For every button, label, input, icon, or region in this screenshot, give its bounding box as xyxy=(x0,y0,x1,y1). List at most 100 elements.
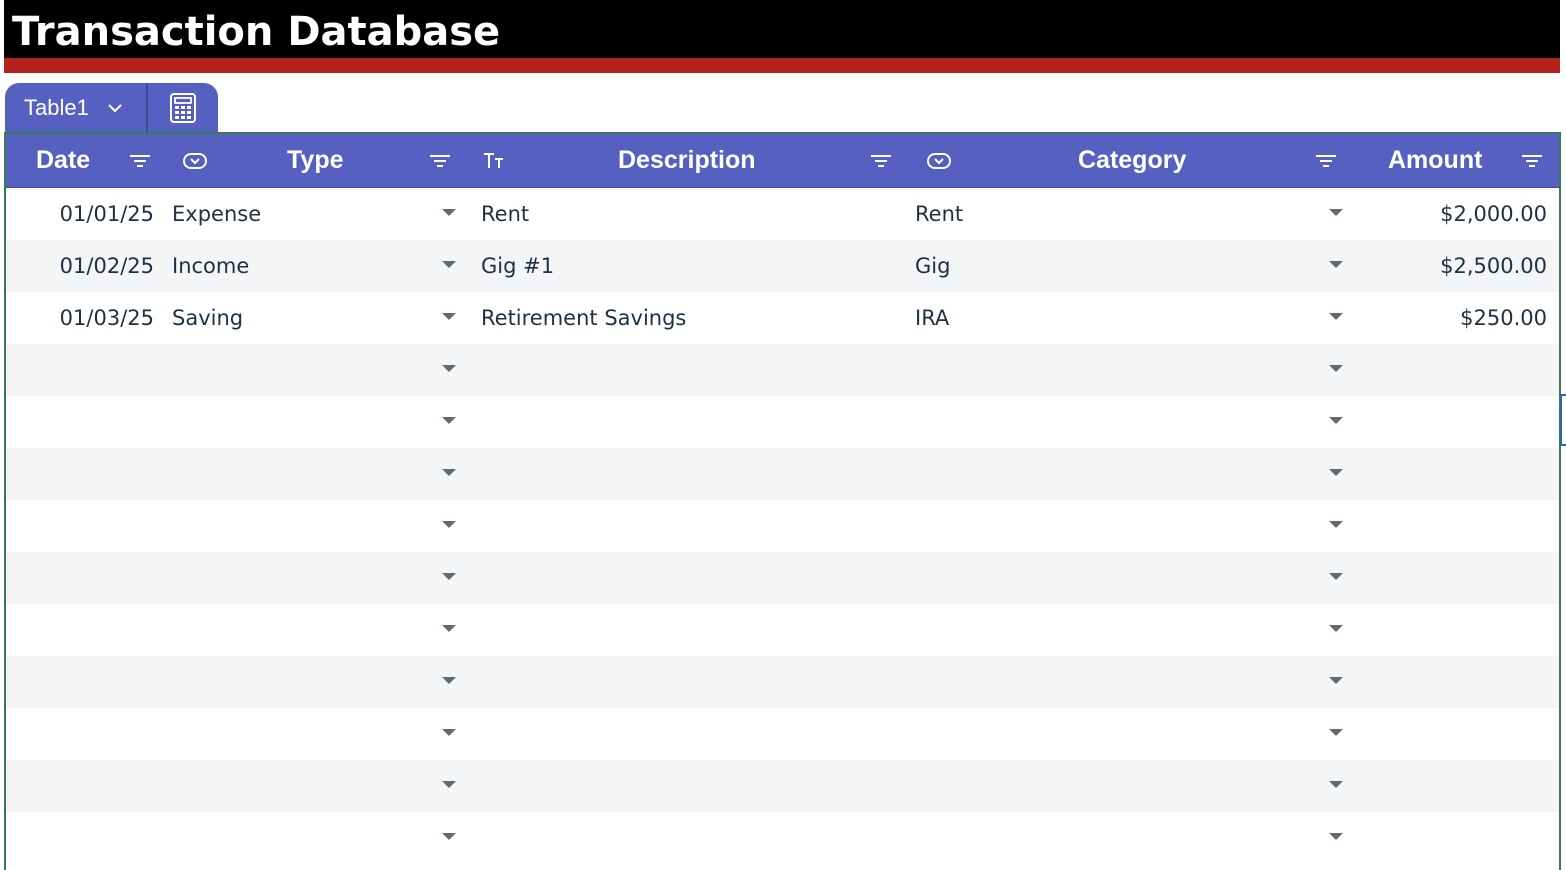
dropdown-arrow-icon[interactable] xyxy=(1329,729,1343,737)
cell-description[interactable]: Gig #1 xyxy=(481,240,554,292)
table-row xyxy=(6,760,1559,812)
dropdown-arrow-icon[interactable] xyxy=(1329,833,1343,841)
dropdown-arrow-icon[interactable] xyxy=(442,625,456,633)
cell-description[interactable]: Retirement Savings xyxy=(481,292,686,344)
dropdown-arrow-icon[interactable] xyxy=(1329,261,1343,269)
cell-amount[interactable] xyxy=(1386,656,1547,708)
dropdown-arrow-icon[interactable] xyxy=(1329,365,1343,373)
column-label-amount: Amount xyxy=(1388,146,1483,174)
filter-icon[interactable] xyxy=(1520,150,1544,172)
cell-date[interactable] xyxy=(6,656,154,708)
column-label-date: Date xyxy=(36,146,91,174)
dropdown-arrow-icon[interactable] xyxy=(442,729,456,737)
cell-date[interactable] xyxy=(6,344,154,396)
table-row xyxy=(6,344,1559,396)
cell-type[interactable]: Saving xyxy=(172,292,243,344)
dropdown-arrow-icon[interactable] xyxy=(1329,521,1343,529)
cell-category[interactable]: Rent xyxy=(915,188,963,240)
column-header-date[interactable]: Date xyxy=(6,134,172,188)
table-tab: Table1 xyxy=(5,83,218,133)
filter-icon[interactable] xyxy=(1314,150,1338,172)
column-label-category: Category xyxy=(1078,146,1187,174)
cell-amount[interactable] xyxy=(1386,448,1547,500)
cell-date[interactable] xyxy=(6,396,154,448)
cell-amount[interactable] xyxy=(1386,552,1547,604)
dropdown-arrow-icon[interactable] xyxy=(442,573,456,581)
column-header-category[interactable]: Category xyxy=(916,134,1380,188)
dropdown-arrow-icon[interactable] xyxy=(1329,573,1343,581)
dropdown-arrow-icon[interactable] xyxy=(442,781,456,789)
cell-date[interactable] xyxy=(6,552,154,604)
cell-date[interactable] xyxy=(6,760,154,812)
selection-edge-marker xyxy=(1560,394,1566,446)
dropdown-chip-icon xyxy=(183,153,207,169)
dropdown-arrow-icon[interactable] xyxy=(442,313,456,321)
table-name-label: Table1 xyxy=(24,95,89,120)
table-row xyxy=(6,708,1559,760)
cell-date[interactable] xyxy=(6,604,154,656)
chevron-down-icon xyxy=(108,104,122,113)
cell-amount[interactable] xyxy=(1386,708,1547,760)
cell-amount[interactable]: $2,500.00 xyxy=(1386,240,1547,292)
cell-amount[interactable] xyxy=(1386,812,1547,864)
column-header-description[interactable]: Description xyxy=(472,134,916,188)
table-row: 01/01/25 Expense Rent Rent $2,000.00 xyxy=(6,188,1559,240)
cell-date[interactable] xyxy=(6,708,154,760)
dropdown-arrow-icon[interactable] xyxy=(442,469,456,477)
column-label-description: Description xyxy=(618,146,756,174)
dropdown-arrow-icon[interactable] xyxy=(1329,677,1343,685)
cell-amount[interactable] xyxy=(1386,396,1547,448)
table-row xyxy=(6,448,1559,500)
table-row xyxy=(6,500,1559,552)
sheet-title[interactable]: Transaction Database xyxy=(12,6,500,58)
cell-date[interactable]: 01/03/25 xyxy=(6,292,154,344)
cell-date[interactable]: 01/02/25 xyxy=(6,240,154,292)
cell-amount[interactable]: $250.00 xyxy=(1386,292,1547,344)
table-row xyxy=(6,656,1559,708)
cell-description[interactable]: Rent xyxy=(481,188,529,240)
table-row xyxy=(6,604,1559,656)
cell-date[interactable] xyxy=(6,448,154,500)
filter-icon[interactable] xyxy=(869,150,893,172)
cell-amount[interactable] xyxy=(1386,760,1547,812)
cell-amount[interactable]: $2,000.00 xyxy=(1386,188,1547,240)
cell-date[interactable]: 01/01/25 xyxy=(6,188,154,240)
calculator-icon xyxy=(170,93,196,123)
column-header-amount[interactable]: Amount xyxy=(1380,134,1559,188)
title-bar: Transaction Database xyxy=(4,0,1560,58)
cell-category[interactable]: Gig xyxy=(915,240,950,292)
table-name-button[interactable]: Table1 xyxy=(5,83,148,133)
cell-date[interactable] xyxy=(6,812,154,864)
table-row: 01/02/25 Income Gig #1 Gig $2,500.00 xyxy=(6,240,1559,292)
table-row: 01/03/25 Saving Retirement Savings IRA $250.… xyxy=(6,292,1559,344)
table-row xyxy=(6,812,1559,864)
table-header-row: Date Type Description Category Amount xyxy=(6,134,1559,188)
dropdown-arrow-icon[interactable] xyxy=(1329,625,1343,633)
filter-icon[interactable] xyxy=(428,150,452,172)
cell-amount[interactable] xyxy=(1386,604,1547,656)
table-summary-button[interactable] xyxy=(148,83,218,133)
dropdown-arrow-icon[interactable] xyxy=(442,261,456,269)
filter-icon[interactable] xyxy=(128,150,152,172)
dropdown-arrow-icon[interactable] xyxy=(1329,469,1343,477)
dropdown-arrow-icon[interactable] xyxy=(442,833,456,841)
dropdown-chip-icon xyxy=(927,153,951,169)
dropdown-arrow-icon[interactable] xyxy=(442,365,456,373)
cell-type[interactable]: Income xyxy=(172,240,249,292)
dropdown-arrow-icon[interactable] xyxy=(442,417,456,425)
cell-type[interactable]: Expense xyxy=(172,188,261,240)
dropdown-arrow-icon[interactable] xyxy=(442,677,456,685)
cell-date[interactable] xyxy=(6,500,154,552)
column-header-type[interactable]: Type xyxy=(172,134,472,188)
cell-amount[interactable] xyxy=(1386,344,1547,396)
column-label-type: Type xyxy=(287,146,344,174)
dropdown-arrow-icon[interactable] xyxy=(1329,781,1343,789)
dropdown-arrow-icon[interactable] xyxy=(442,521,456,529)
dropdown-arrow-icon[interactable] xyxy=(1329,209,1343,217)
dropdown-arrow-icon[interactable] xyxy=(442,209,456,217)
cell-amount[interactable] xyxy=(1386,500,1547,552)
dropdown-arrow-icon[interactable] xyxy=(1329,313,1343,321)
dropdown-arrow-icon[interactable] xyxy=(1329,417,1343,425)
cell-category[interactable]: IRA xyxy=(915,292,949,344)
transactions-table: Date Type Description Category Amount 01… xyxy=(4,132,1561,870)
